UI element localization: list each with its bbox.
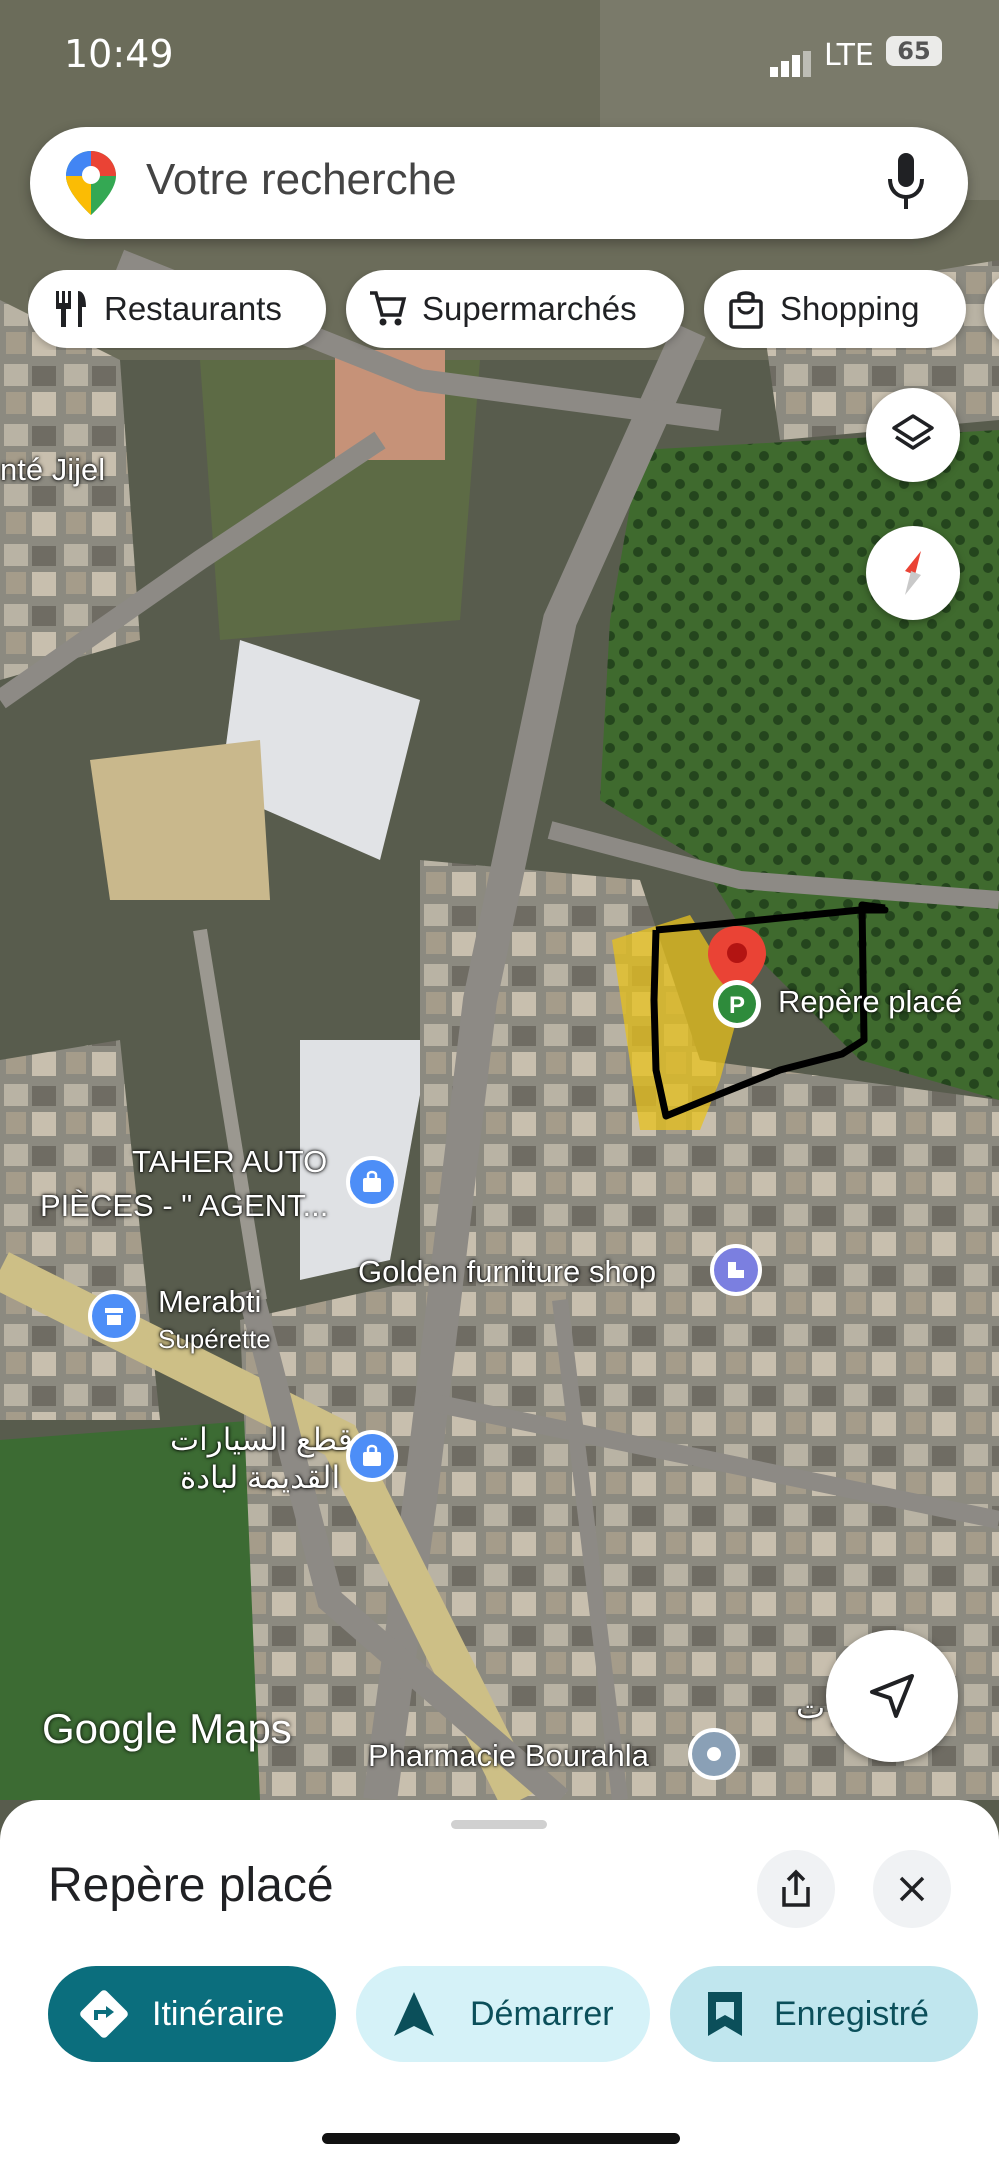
category-chips: Restaurants Supermarchés Shopping [28, 270, 999, 350]
map-label-arabic-line2[interactable]: القديمة لبادة [180, 1460, 340, 1496]
status-time: 10:49 [64, 32, 174, 76]
chip-supermarches[interactable]: Supermarchés [346, 270, 684, 348]
svg-text:P: P [729, 992, 745, 1019]
chip-label: Restaurants [104, 290, 282, 327]
furniture-poi-icon[interactable] [710, 1244, 762, 1296]
microphone-icon[interactable] [886, 153, 926, 216]
cart-icon [370, 291, 407, 326]
network-type: LTE [824, 38, 874, 73]
layers-icon [892, 414, 934, 450]
signal-icon [770, 42, 812, 86]
saved-button[interactable]: Enregistré [670, 1966, 978, 2062]
drag-handle[interactable] [451, 1820, 547, 1829]
cutlery-icon [56, 291, 86, 327]
chip-shopping[interactable]: Shopping [704, 270, 966, 348]
battery-indicator: 65 [886, 36, 942, 66]
close-button[interactable] [873, 1850, 951, 1928]
map-label-taher-line2[interactable]: PIÈCES - " AGENT... [40, 1188, 328, 1224]
start-label: Démarrer [470, 1994, 614, 2033]
red-pin-icon: P [708, 926, 766, 1028]
google-maps-pin-icon [66, 151, 116, 220]
map-label-merabti-sub: Supérette [158, 1324, 271, 1354]
bookmark-icon [708, 1992, 742, 2036]
directions-label: Itinéraire [152, 1994, 285, 2033]
map-label-merabti[interactable]: Merabti [158, 1284, 261, 1320]
chip-label: Supermarchés [422, 290, 637, 327]
map-label-pin[interactable]: Repère placé [778, 984, 962, 1020]
chip-label: Shopping [780, 290, 920, 327]
search-bar[interactable]: Votre recherche [30, 127, 968, 239]
map-label-arabic-line1[interactable]: قطع السيارات [170, 1422, 353, 1458]
compass-icon [905, 551, 921, 595]
my-location-button[interactable] [826, 1630, 958, 1762]
store-poi-icon[interactable] [88, 1290, 140, 1342]
start-button[interactable]: Démarrer [356, 1966, 650, 2062]
pharmacy-poi-icon[interactable] [688, 1728, 740, 1780]
dropped-pin[interactable]: P [704, 924, 770, 1030]
layers-button[interactable] [866, 388, 960, 482]
place-title: Repère placé [48, 1859, 334, 1912]
compass-button[interactable] [866, 526, 960, 620]
map-label-pharmacie[interactable]: Pharmacie Bourahla [368, 1738, 649, 1774]
home-indicator[interactable] [322, 2133, 680, 2144]
search-input[interactable]: Votre recherche [146, 155, 457, 205]
share-button[interactable] [757, 1850, 835, 1928]
chip-more[interactable] [984, 270, 999, 348]
navigation-arrow-icon [394, 1992, 434, 2036]
directions-icon [80, 1990, 128, 2038]
location-arrow-icon [870, 1674, 914, 1718]
directions-button[interactable]: Itinéraire [48, 1966, 336, 2062]
map-label-taher-line1[interactable]: TAHER AUTO [132, 1144, 327, 1180]
shopping-poi-icon[interactable] [346, 1156, 398, 1208]
share-icon [782, 1869, 810, 1907]
map-label-sante[interactable]: nté Jijel [0, 452, 105, 488]
chip-restaurants[interactable]: Restaurants [28, 270, 326, 348]
place-bottom-sheet: Repère placé Itinéraire Démarrer Enregis… [0, 1800, 999, 2164]
close-icon [899, 1876, 925, 1902]
status-bar: 10:49 LTE 65 [0, 30, 999, 86]
saved-label: Enregistré [774, 1994, 929, 2033]
shopping-bag-icon [729, 291, 763, 329]
map-label-golden-furniture[interactable]: Golden furniture shop [358, 1254, 656, 1290]
shopping-poi-icon[interactable] [346, 1430, 398, 1482]
google-maps-logo: Google Maps [42, 1705, 292, 1752]
